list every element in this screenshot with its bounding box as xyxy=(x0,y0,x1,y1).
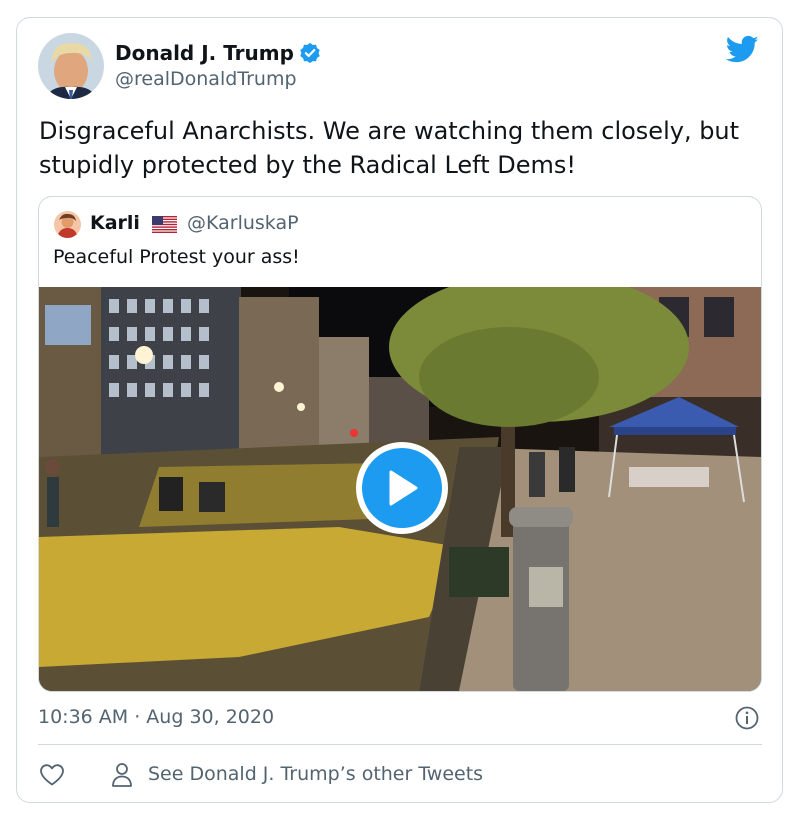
play-button-inner xyxy=(362,448,442,528)
verified-badge-icon xyxy=(300,42,320,64)
twitter-bird-icon[interactable] xyxy=(726,35,759,64)
heart-icon[interactable] xyxy=(39,763,65,787)
tweet-text: Disgraceful Anarchists. We are watching … xyxy=(39,117,740,179)
author-avatar[interactable] xyxy=(38,33,104,99)
author-name-text: Donald J. Trump xyxy=(115,41,294,65)
play-icon xyxy=(389,470,418,506)
play-button[interactable] xyxy=(356,442,448,534)
quoted-author-name[interactable]: Karli xyxy=(90,212,140,234)
author-name[interactable]: Donald J. Trump xyxy=(115,41,321,65)
quoted-tweet-text: Peaceful Protest your ass! xyxy=(53,246,300,268)
video-player[interactable] xyxy=(39,287,761,691)
person-icon[interactable] xyxy=(111,762,133,788)
quoted-author-avatar[interactable] xyxy=(54,211,81,238)
other-tweets-link[interactable]: See Donald J. Trump’s other Tweets xyxy=(148,763,483,785)
quoted-tweet[interactable]: Karli @KarluskaP Peaceful Protest your a… xyxy=(38,196,762,692)
divider xyxy=(38,744,762,745)
tweet-timestamp[interactable]: 10:36 AM · Aug 30, 2020 xyxy=(38,706,274,728)
author-handle[interactable]: @realDonaldTrump xyxy=(115,68,297,90)
quoted-author-handle[interactable]: @KarluskaP xyxy=(187,212,299,234)
info-icon[interactable] xyxy=(735,706,759,730)
embedded-tweet-card[interactable]: Donald J. Trump @realDonaldTrump Disgrac… xyxy=(16,17,783,803)
us-flag-icon xyxy=(152,216,177,233)
